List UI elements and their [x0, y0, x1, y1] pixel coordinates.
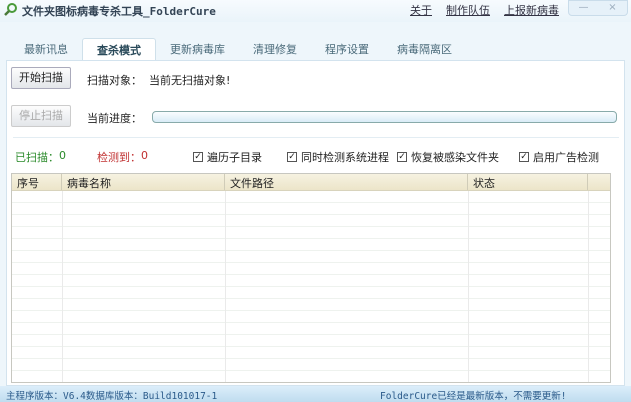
detected-count: 0 [141, 149, 148, 162]
title-bar: 文件夹图标病毒专杀工具_FolderCure 关于 制作队伍 上报新病毒 — × [0, 0, 631, 22]
column-line [225, 191, 226, 382]
status-bar: 主程序版本：V6.4数据库版本：Build101017-1 FolderCure… [0, 386, 631, 402]
tab-update-db[interactable]: 更新病毒库 [156, 38, 239, 60]
option-label: 遍历子目录 [207, 151, 262, 164]
scan-target-label: 扫描对象： [87, 74, 142, 87]
divider [13, 137, 619, 138]
scan-progress-bar [152, 111, 617, 123]
about-link[interactable]: 关于 [410, 2, 432, 18]
column-virus-name[interactable]: 病毒名称 [62, 174, 225, 190]
column-line [588, 191, 589, 382]
team-link[interactable]: 制作队伍 [446, 2, 490, 18]
column-filler [588, 174, 610, 190]
minimize-button[interactable]: — [569, 1, 598, 15]
option-recurse-subdirs[interactable]: ✓ 遍历子目录 [193, 149, 262, 165]
checkbox-icon[interactable]: ✓ [287, 152, 297, 162]
option-check-processes[interactable]: ✓ 同时检测系统进程 [287, 149, 389, 165]
tab-news[interactable]: 最新讯息 [10, 38, 82, 60]
magnifier-icon [4, 3, 17, 16]
window-title: 文件夹图标病毒专杀工具_FolderCure [22, 5, 216, 18]
virus-table: 序号 病毒名称 文件路径 状态 [11, 173, 611, 383]
update-status: FolderCure已经是最新版本，不需要更新! [380, 391, 567, 402]
scanned-count: 0 [59, 149, 66, 162]
option-label: 恢复被感染文件夹 [411, 151, 499, 164]
option-label: 启用广告检测 [533, 151, 599, 164]
checkbox-icon[interactable]: ✓ [397, 152, 407, 162]
table-header: 序号 病毒名称 文件路径 状态 [12, 174, 610, 191]
scanned-label: 已扫描： [15, 151, 59, 164]
close-button[interactable]: × [598, 1, 627, 15]
table-body [12, 191, 610, 382]
scan-panel: 开始扫描 扫描对象： 当前无扫描对象! 停止扫描 当前进度： 已扫描： 0 检测… [6, 60, 625, 386]
option-ad-detection[interactable]: ✓ 启用广告检测 [519, 149, 599, 165]
column-line [62, 191, 63, 382]
progress-label: 当前进度： [87, 112, 142, 125]
report-virus-link[interactable]: 上报新病毒 [504, 2, 559, 18]
tab-bar: 最新讯息 查杀模式 更新病毒库 清理修复 程序设置 病毒隔离区 [10, 38, 466, 60]
tab-clean-repair[interactable]: 清理修复 [239, 38, 311, 60]
option-label: 同时检测系统进程 [301, 151, 389, 164]
tab-settings[interactable]: 程序设置 [311, 38, 383, 60]
checkbox-icon[interactable]: ✓ [193, 152, 203, 162]
option-restore-folders[interactable]: ✓ 恢复被感染文件夹 [397, 149, 499, 165]
scan-target-value: 当前无扫描对象! [149, 74, 231, 87]
checkbox-icon[interactable]: ✓ [519, 152, 529, 162]
tab-scan-mode[interactable]: 查杀模式 [82, 38, 156, 60]
column-file-path[interactable]: 文件路径 [225, 174, 468, 190]
column-line [468, 191, 469, 382]
column-index[interactable]: 序号 [12, 174, 62, 190]
start-scan-button[interactable]: 开始扫描 [11, 67, 71, 89]
stop-scan-button[interactable]: 停止扫描 [11, 105, 71, 127]
version-info: 主程序版本：V6.4数据库版本：Build101017-1 [6, 391, 218, 402]
tab-quarantine[interactable]: 病毒隔离区 [383, 38, 466, 60]
column-status[interactable]: 状态 [468, 174, 588, 190]
detected-label: 检测到： [97, 151, 141, 164]
